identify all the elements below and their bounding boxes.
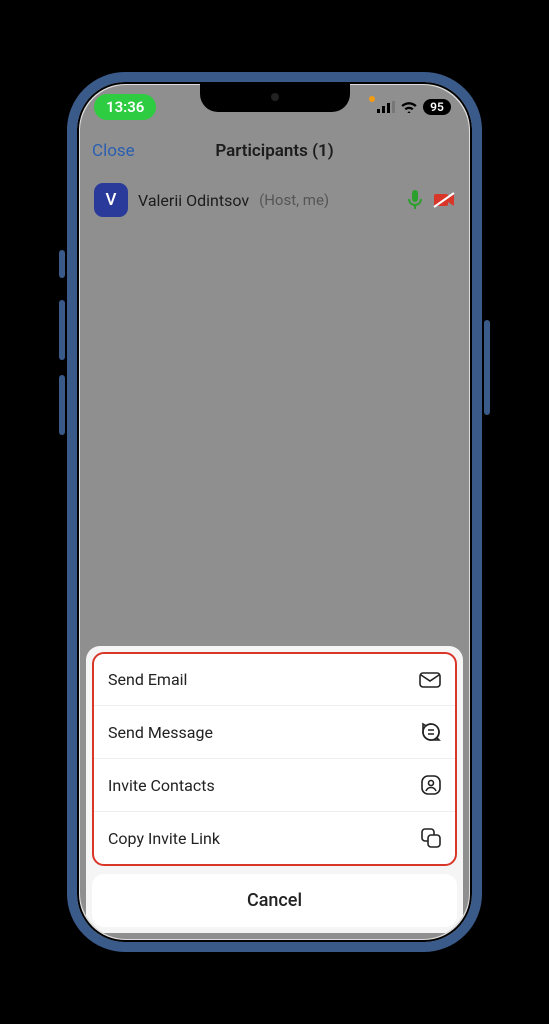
screen: 13:36 95 Close Participants (1) V <box>80 85 469 939</box>
mic-on-icon <box>407 190 423 210</box>
sheet-item-label: Copy Invite Link <box>108 829 220 848</box>
battery-level: 95 <box>423 99 451 115</box>
phone-silent-switch <box>59 250 65 278</box>
participant-row[interactable]: V Valerii Odintsov (Host, me) <box>80 173 469 227</box>
sheet-backdrop[interactable] <box>80 227 469 646</box>
page-title: Participants (1) <box>215 141 333 161</box>
phone-volume-up <box>59 300 65 360</box>
phone-frame: 13:36 95 Close Participants (1) V <box>67 72 482 952</box>
copy-invite-link-item[interactable]: Copy Invite Link <box>94 812 455 864</box>
contacts-icon <box>421 775 441 795</box>
action-sheet: Send Email Send Message <box>86 646 463 933</box>
invite-contacts-item[interactable]: Invite Contacts <box>94 759 455 812</box>
wifi-icon <box>401 101 417 113</box>
phone-volume-down <box>59 375 65 435</box>
copy-icon <box>421 828 441 848</box>
avatar: V <box>94 183 128 217</box>
phone-notch <box>200 82 350 112</box>
video-off-icon <box>433 192 455 208</box>
email-icon <box>419 672 441 688</box>
phone-power-button <box>484 320 490 415</box>
message-icon <box>421 722 441 742</box>
sheet-item-label: Send Email <box>108 670 187 689</box>
status-time[interactable]: 13:36 <box>94 94 156 120</box>
cancel-button[interactable]: Cancel <box>92 874 457 927</box>
send-message-item[interactable]: Send Message <box>94 706 455 759</box>
sheet-item-label: Send Message <box>108 723 213 742</box>
mic-indicator-dot <box>369 96 375 102</box>
send-email-item[interactable]: Send Email <box>94 654 455 706</box>
cellular-icon <box>377 101 395 113</box>
nav-bar: Close Participants (1) <box>80 129 469 173</box>
close-button[interactable]: Close <box>92 141 135 161</box>
participant-role: (Host, me) <box>259 191 329 209</box>
sheet-group: Send Email Send Message <box>92 652 457 866</box>
sheet-item-label: Invite Contacts <box>108 776 215 795</box>
participant-name: Valerii Odintsov <box>138 191 249 210</box>
